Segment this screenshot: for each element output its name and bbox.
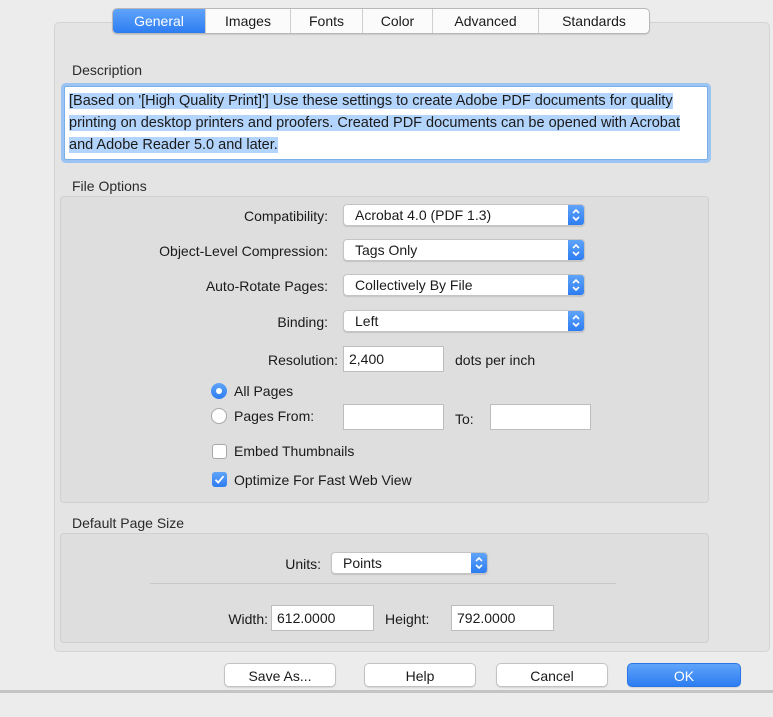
height-label: Height: bbox=[385, 611, 430, 627]
auto-rotate-popup[interactable]: Collectively By File bbox=[343, 274, 585, 296]
width-label: Width: bbox=[228, 611, 268, 627]
pages-from-radio[interactable] bbox=[211, 408, 227, 424]
tab-fonts[interactable]: Fonts bbox=[290, 9, 362, 33]
tab-standards[interactable]: Standards bbox=[538, 9, 649, 33]
binding-popup[interactable]: Left bbox=[343, 310, 585, 332]
fast-web-view-checkbox[interactable] bbox=[212, 472, 227, 487]
window-bottom-edge bbox=[0, 690, 773, 693]
embed-thumbnails-label: Embed Thumbnails bbox=[234, 443, 355, 459]
all-pages-label: All Pages bbox=[234, 383, 294, 399]
pages-from-input[interactable] bbox=[343, 404, 444, 430]
description-label: Description bbox=[72, 62, 143, 78]
cancel-button[interactable]: Cancel bbox=[496, 663, 608, 687]
pages-to-input[interactable] bbox=[490, 404, 591, 430]
compression-value: Tags Only bbox=[355, 242, 418, 258]
fast-web-view-label: Optimize For Fast Web View bbox=[234, 472, 412, 488]
compatibility-popup[interactable]: Acrobat 4.0 (PDF 1.3) bbox=[343, 204, 585, 226]
pages-from-label: Pages From: bbox=[234, 408, 315, 424]
page-size-label: Default Page Size bbox=[72, 515, 185, 531]
resolution-label: Resolution: bbox=[267, 352, 338, 368]
help-button[interactable]: Help bbox=[364, 663, 476, 687]
tab-advanced[interactable]: Advanced bbox=[432, 9, 538, 33]
tab-color[interactable]: Color bbox=[362, 9, 432, 33]
compression-label: Object-Level Compression: bbox=[159, 243, 328, 259]
description-text: [Based on '[High Quality Print]'] Use th… bbox=[69, 93, 680, 153]
chevron-up-down-icon bbox=[568, 205, 584, 225]
units-popup[interactable]: Points bbox=[331, 552, 488, 574]
width-input[interactable]: 612.0000 bbox=[271, 605, 374, 631]
pages-to-label: To: bbox=[455, 411, 474, 427]
embed-thumbnails-checkbox[interactable] bbox=[212, 444, 227, 459]
resolution-unit: dots per inch bbox=[455, 352, 536, 368]
file-options-label: File Options bbox=[72, 178, 147, 194]
chevron-up-down-icon bbox=[471, 553, 487, 573]
ok-button[interactable]: OK bbox=[627, 663, 741, 687]
auto-rotate-value: Collectively By File bbox=[355, 277, 473, 293]
compatibility-label: Compatibility: bbox=[243, 208, 328, 224]
all-pages-radio[interactable] bbox=[211, 383, 227, 399]
binding-value: Left bbox=[355, 313, 379, 329]
compatibility-value: Acrobat 4.0 (PDF 1.3) bbox=[355, 207, 492, 223]
chevron-up-down-icon bbox=[568, 275, 584, 295]
units-label: Units: bbox=[285, 556, 321, 572]
height-input[interactable]: 792.0000 bbox=[451, 605, 554, 631]
tab-general[interactable]: General bbox=[113, 9, 205, 33]
resolution-input[interactable]: 2,400 bbox=[343, 346, 444, 372]
chevron-up-down-icon bbox=[568, 240, 584, 260]
page-size-divider bbox=[150, 583, 616, 584]
units-value: Points bbox=[343, 555, 382, 571]
tab-bar: General Images Fonts Color Advanced Stan… bbox=[112, 8, 650, 34]
auto-rotate-label: Auto-Rotate Pages: bbox=[205, 278, 328, 294]
binding-label: Binding: bbox=[277, 314, 328, 330]
compression-popup[interactable]: Tags Only bbox=[343, 239, 585, 261]
description-textarea[interactable]: [Based on '[High Quality Print]'] Use th… bbox=[64, 86, 708, 160]
chevron-up-down-icon bbox=[568, 311, 584, 331]
checkmark-icon bbox=[214, 475, 225, 484]
save-as-button[interactable]: Save As... bbox=[224, 663, 336, 687]
tab-images[interactable]: Images bbox=[205, 9, 290, 33]
